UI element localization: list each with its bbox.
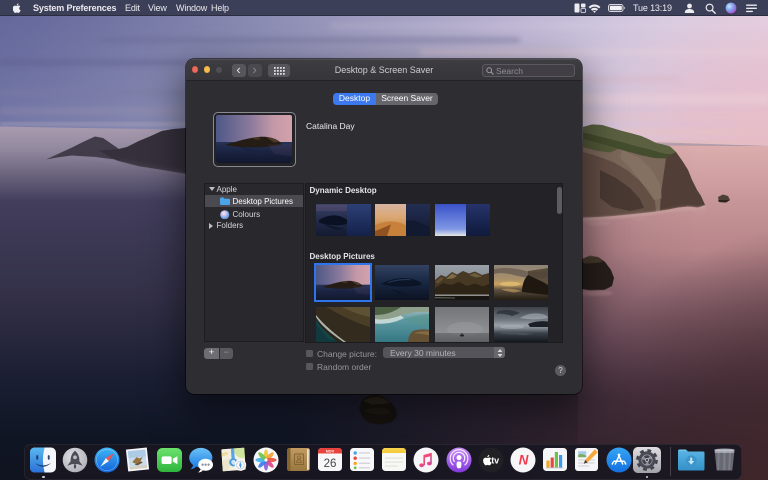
- svg-text:NOV: NOV: [326, 449, 335, 453]
- svg-text:N: N: [519, 453, 529, 468]
- svg-text:tv: tv: [491, 456, 499, 466]
- svg-text:26: 26: [324, 458, 337, 470]
